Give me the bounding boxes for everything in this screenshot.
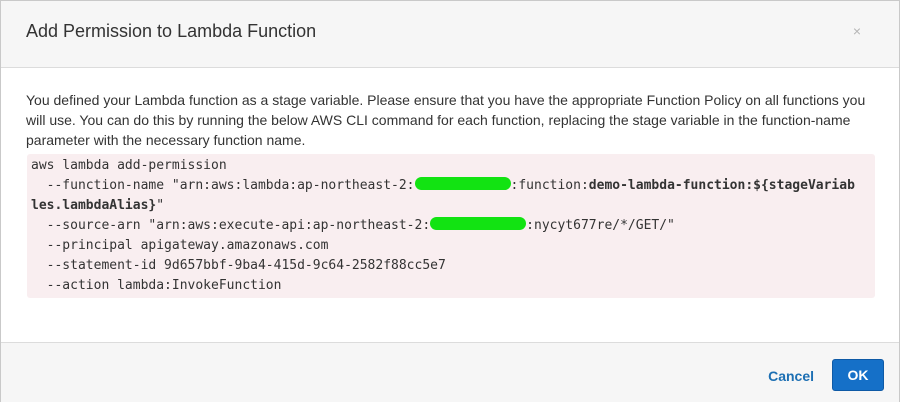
description-text: You defined your Lambda function as a st… — [26, 92, 866, 148]
dialog-footer: Cancel OK — [1, 342, 899, 402]
command-line: --statement-id 9d657bbf-9ba4-415d-9c64-2… — [27, 256, 875, 276]
command-line: --source-arn "arn:aws:execute-api:ap-nor… — [27, 216, 875, 236]
source-arn-suffix: :nycyt677re/*/GET/" — [526, 218, 675, 233]
function-name-prefix: --function-name "arn:aws:lambda:ap-north… — [31, 178, 415, 193]
command-line: les.lambdaAlias}" — [27, 196, 875, 216]
principal-text: --principal apigateway.amazonaws.com — [31, 238, 329, 253]
dialog-title: Add Permission to Lambda Function — [26, 21, 317, 41]
source-arn-prefix: --source-arn "arn:aws:execute-api:ap-nor… — [31, 218, 431, 233]
function-name-end: " — [156, 198, 165, 213]
dialog-header: Add Permission to Lambda Function × — [1, 1, 899, 68]
cancel-button[interactable]: Cancel — [768, 368, 814, 384]
function-name-value: demo-lambda-function:${stageVariab — [588, 178, 855, 193]
action-text: --action lambda:InvokeFunction — [31, 278, 282, 293]
dialog-body: You defined your Lambda function as a st… — [1, 68, 899, 342]
redacted-account-id — [430, 217, 527, 230]
add-permission-dialog: Add Permission to Lambda Function × You … — [0, 0, 900, 402]
command-line: --function-name "arn:aws:lambda:ap-north… — [27, 176, 875, 196]
command-line: aws lambda add-permission — [27, 156, 875, 176]
command-line: --action lambda:InvokeFunction — [27, 276, 875, 296]
statement-id-text: --statement-id 9d657bbf-9ba4-415d-9c64-2… — [31, 258, 446, 273]
ok-button[interactable]: OK — [832, 359, 884, 391]
close-icon[interactable]: × — [853, 23, 861, 39]
redacted-account-id — [414, 177, 511, 190]
cli-command-block: aws lambda add-permission --function-nam… — [27, 154, 875, 298]
command-line: --principal apigateway.amazonaws.com — [27, 236, 875, 256]
command-text: aws lambda add-permission — [31, 158, 227, 173]
function-name-mid: :function: — [510, 178, 589, 193]
function-name-continued: les.lambdaAlias} — [31, 198, 157, 213]
